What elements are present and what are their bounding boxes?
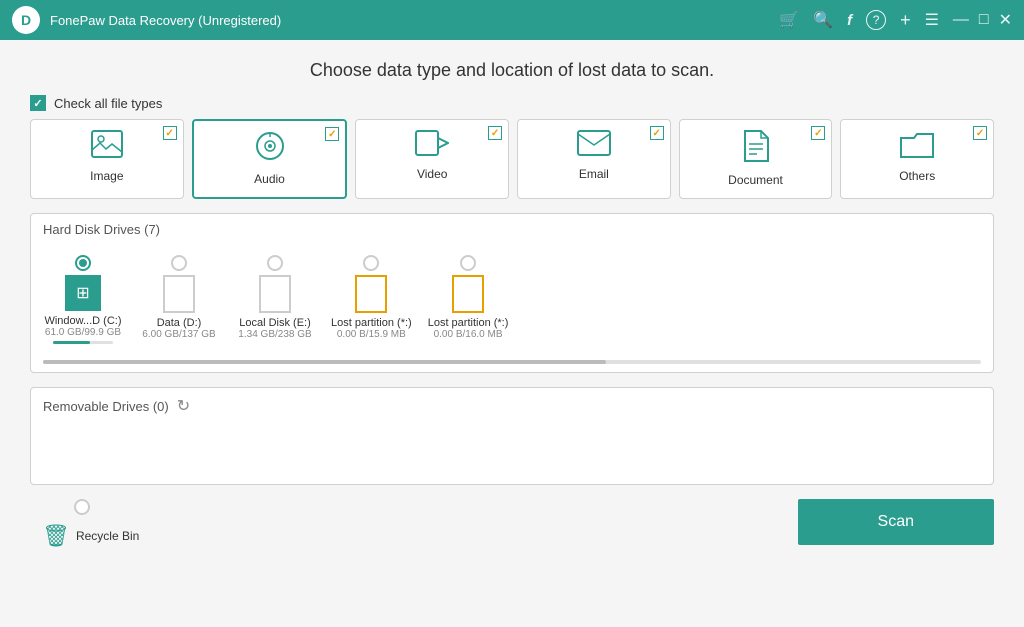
facebook-icon[interactable]: f [847,12,852,29]
video-checkbox[interactable] [488,126,502,140]
cart-icon[interactable]: 🛒 [779,10,799,30]
recycle-radio-row [74,499,90,519]
app-title: FonePaw Data Recovery (Unregistered) [50,13,779,28]
hard-disk-scrollbar-thumb [43,360,606,364]
close-button[interactable]: ✕ [999,10,1012,30]
document-checkbox[interactable] [811,126,825,140]
drive-lost2[interactable]: Lost partition (*:) 0.00 B/16.0 MB [428,255,509,340]
app-logo: D [12,6,40,34]
scan-button[interactable]: Scan [798,499,994,545]
help-icon[interactable]: ? [866,10,886,30]
drive-e-radio[interactable] [267,255,283,271]
drive-e-name: Local Disk (E:) [239,317,311,329]
file-types-row: Image Audio [30,119,994,199]
minimize-button[interactable]: — [953,11,969,29]
main-content: Choose data type and location of lost da… [0,40,1024,627]
recycle-bin-section: 🗑 Recycle Bin [30,499,151,549]
hard-disk-section: Hard Disk Drives (7) ⊞ Window...D (C:) 6… [30,213,994,373]
removable-drives-body [31,424,993,484]
document-label: Document [728,173,783,187]
drive-c-name: Window...D (C:) [44,315,121,327]
drive-c-progress [53,341,113,344]
menu-icon[interactable]: ☰ [925,10,939,30]
drive-c[interactable]: ⊞ Window...D (C:) 61.0 GB/99.9 GB [43,255,123,344]
drive-lost1-icon-container [355,275,387,313]
drive-e[interactable]: Local Disk (E:) 1.34 GB/238 GB [235,255,315,340]
drive-d-name: Data (D:) [157,317,202,329]
email-checkbox[interactable] [650,126,664,140]
titlebar: D FonePaw Data Recovery (Unregistered) 🛒… [0,0,1024,40]
others-checkbox[interactable] [973,126,987,140]
email-icon [577,130,611,163]
drive-lost2-radio[interactable] [460,255,476,271]
titlebar-icons: 🛒 🔍 f ? + ☰ [779,10,939,31]
window-controls: — □ ✕ [953,10,1012,30]
search-icon[interactable]: 🔍 [813,10,833,30]
others-label: Others [899,169,935,183]
others-icon [900,130,934,165]
drive-lost1-icon [355,275,387,313]
audio-checkbox[interactable] [325,127,339,141]
file-type-card-others[interactable]: Others [840,119,994,199]
drive-e-size: 1.34 GB/238 GB [238,329,311,340]
windows-icon: ⊞ [65,275,101,311]
hard-disk-scrollbar[interactable] [43,360,981,364]
drive-e-icon [259,275,291,313]
recycle-bin-radio[interactable] [74,499,90,515]
drive-d-icon [163,275,195,313]
drive-lost2-icon [452,275,484,313]
bottom-row: 🗑 Recycle Bin Scan [30,499,994,550]
recycle-bin-label: Recycle Bin [76,529,139,543]
removable-drives-section: Removable Drives (0) ↻ [30,387,994,485]
refresh-icon[interactable]: ↻ [177,396,190,416]
drive-c-progress-bar [53,341,90,344]
hard-disk-label: Hard Disk Drives (7) [43,222,160,237]
drive-lost1-size: 0.00 B/15.9 MB [337,329,406,340]
drive-d[interactable]: Data (D:) 6.00 GB/137 GB [139,255,219,340]
image-label: Image [90,169,123,183]
drive-c-size: 61.0 GB/99.9 GB [45,327,121,338]
file-type-card-video[interactable]: Video [355,119,509,199]
drive-lost2-name: Lost partition (*:) [428,317,509,329]
recycle-bin-item[interactable]: 🗑 Recycle Bin [42,523,139,549]
image-icon [91,130,123,165]
video-label: Video [417,167,447,181]
drive-c-radio[interactable] [75,255,91,271]
drive-d-icon-container [163,275,195,313]
check-all-checkbox[interactable] [30,95,46,111]
check-all-row: Check all file types [30,95,994,111]
removable-drives-header: Removable Drives (0) ↻ [31,388,993,424]
drive-lost1-radio[interactable] [363,255,379,271]
document-icon [743,130,769,169]
drive-lost2-icon-container [452,275,484,313]
video-icon [415,130,449,163]
file-type-card-image[interactable]: Image [30,119,184,199]
removable-drives-label: Removable Drives (0) [43,399,169,414]
file-type-section: Check all file types Image [30,95,994,199]
drive-e-icon-container [259,275,291,313]
hard-disk-body: ⊞ Window...D (C:) 61.0 GB/99.9 GB Data (… [31,245,993,356]
drive-c-icon-container: ⊞ [65,275,101,311]
maximize-button[interactable]: □ [979,11,989,29]
file-type-card-email[interactable]: Email [517,119,671,199]
email-label: Email [579,167,609,181]
drive-d-radio[interactable] [171,255,187,271]
page-title: Choose data type and location of lost da… [30,60,994,81]
plus-icon[interactable]: + [900,10,911,31]
file-type-card-document[interactable]: Document [679,119,833,199]
image-checkbox[interactable] [163,126,177,140]
audio-icon [255,131,285,168]
hard-disk-header: Hard Disk Drives (7) [31,214,993,245]
scan-button-row: Scan [798,499,994,550]
check-all-label: Check all file types [54,96,162,111]
recycle-bin-icon: 🗑 [42,523,70,549]
audio-label: Audio [254,172,285,186]
file-type-card-audio[interactable]: Audio [192,119,348,199]
drive-d-size: 6.00 GB/137 GB [142,329,215,340]
drive-lost1[interactable]: Lost partition (*:) 0.00 B/15.9 MB [331,255,412,340]
drive-lost2-size: 0.00 B/16.0 MB [434,329,503,340]
drive-lost1-name: Lost partition (*:) [331,317,412,329]
